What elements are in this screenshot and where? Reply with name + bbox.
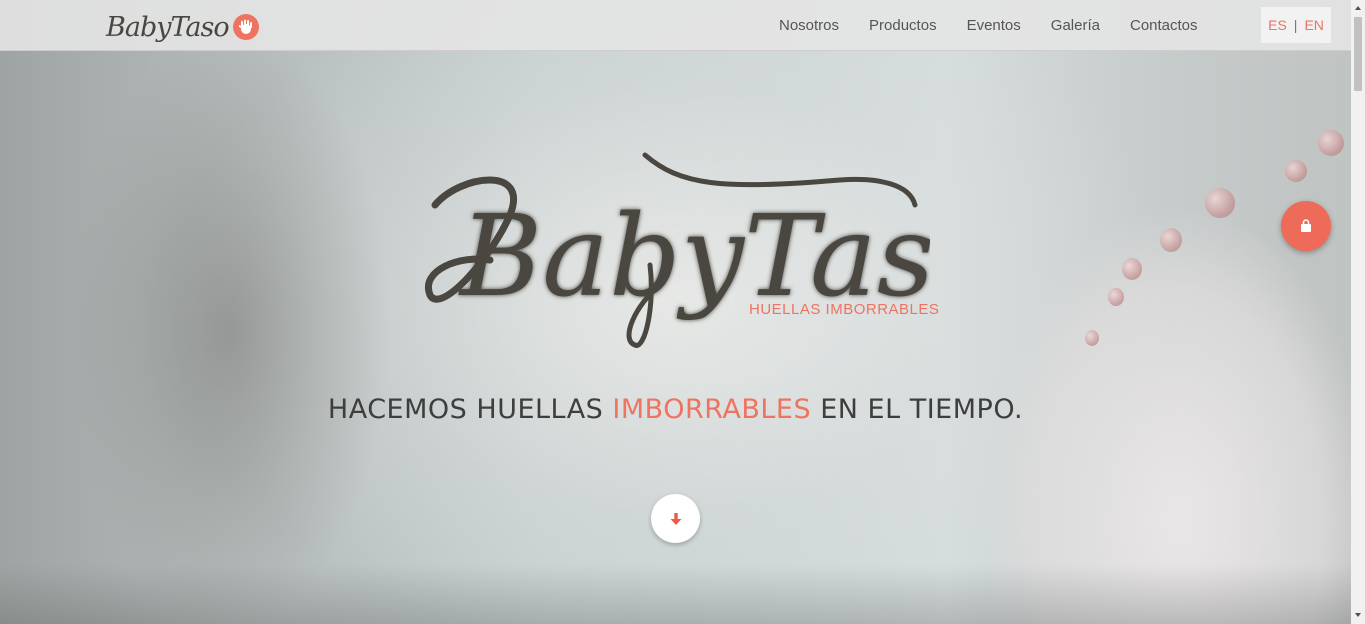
decorative-bead <box>1122 258 1142 280</box>
decorative-bead <box>1318 130 1344 156</box>
tagline-text: HACEMOS HUELLAS <box>327 394 613 425</box>
logo-subtitle: HUELLAS IMBORRABLES <box>749 301 940 318</box>
nav-item-nosotros[interactable]: Nosotros <box>764 17 854 34</box>
hand-icon <box>232 14 259 40</box>
decorative-bead <box>1108 288 1124 306</box>
language-switcher: ES | EN <box>1261 7 1331 43</box>
shopping-cart-button[interactable] <box>1281 201 1331 251</box>
tagline-text-end: EN EL TIEMPO. <box>811 394 1024 425</box>
hero-logo: BabyTaso HUELLAS IMBORRABLES <box>420 145 939 360</box>
brand-logo[interactable]: BabyTaso <box>106 8 259 46</box>
decorative-bead <box>1160 228 1182 252</box>
decorative-bead <box>1085 330 1099 346</box>
page-scrollbar[interactable] <box>1351 0 1365 624</box>
language-es[interactable]: ES <box>1268 17 1287 33</box>
hero-bottom-shadow <box>0 564 1351 624</box>
scroll-up-arrow-icon[interactable] <box>1351 1 1365 15</box>
scroll-down-button[interactable] <box>651 494 700 543</box>
decorative-bead <box>1205 188 1235 218</box>
brand-name: BabyTaso <box>106 11 230 43</box>
nav-item-eventos[interactable]: Eventos <box>952 17 1036 34</box>
scrollbar-thumb[interactable] <box>1354 17 1362 91</box>
arrow-down-icon <box>670 512 681 525</box>
hero-tagline: HACEMOS HUELLAS IMBORRABLES EN EL TIEMPO… <box>0 394 1351 425</box>
top-navbar: BabyTaso Nosotros Productos Eventos Gale… <box>0 0 1351 51</box>
main-nav: Nosotros Productos Eventos Galería Conta… <box>764 0 1213 50</box>
tagline-accent: IMBORRABLES <box>612 394 812 425</box>
decorative-bead <box>1285 160 1307 182</box>
shopping-bag-icon <box>1301 219 1311 232</box>
language-en[interactable]: EN <box>1304 17 1323 33</box>
scroll-down-arrow-icon[interactable] <box>1351 608 1365 622</box>
nav-item-galeria[interactable]: Galería <box>1036 17 1115 34</box>
nav-item-contactos[interactable]: Contactos <box>1115 17 1213 34</box>
nav-item-productos[interactable]: Productos <box>854 17 952 34</box>
language-separator: | <box>1293 17 1298 33</box>
